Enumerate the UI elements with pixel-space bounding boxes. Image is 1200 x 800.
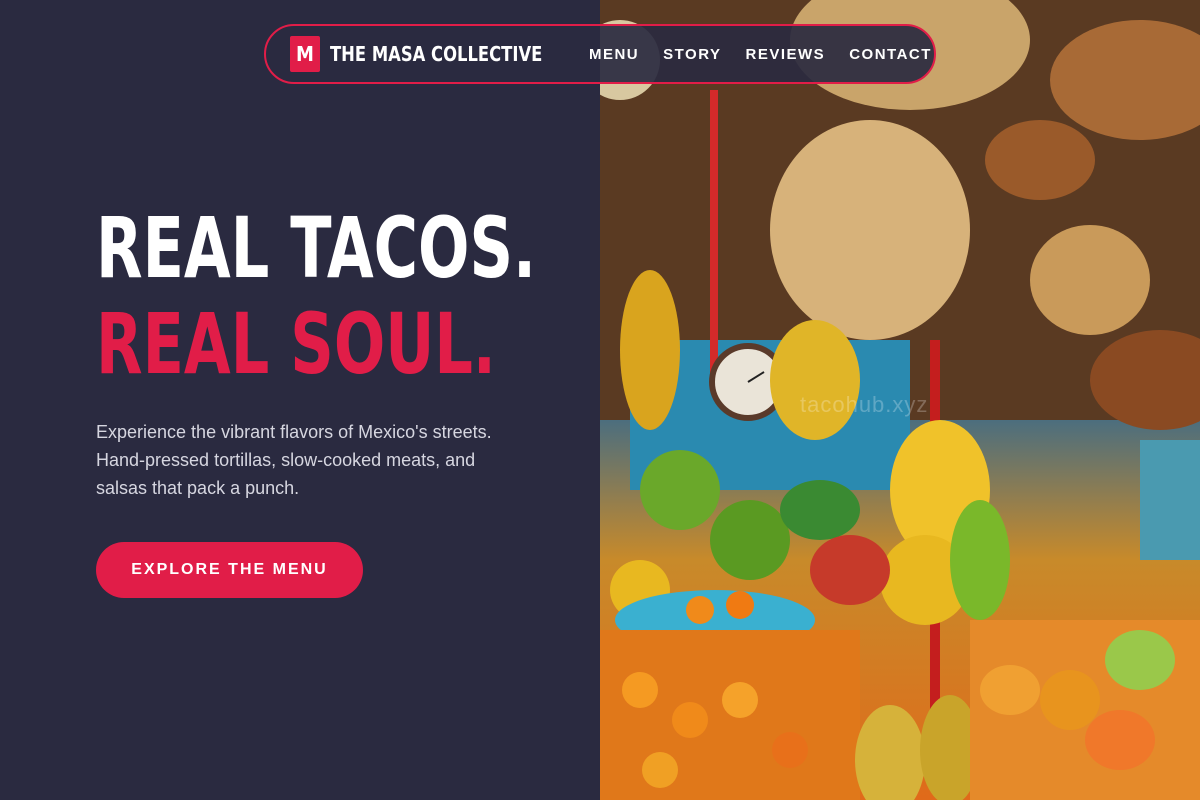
hero-text-panel — [0, 0, 600, 800]
nav-link-menu[interactable]: MENU — [589, 46, 639, 63]
hero-title-line-1: REAL TACOS. — [96, 199, 536, 297]
nav-links: MENU STORY REVIEWS CONTACT — [589, 46, 932, 63]
hero-title: REAL TACOS. REAL SOUL. — [96, 200, 536, 392]
hero-title-line-2: REAL SOUL. — [96, 295, 496, 393]
image-watermark: tacohub.xyz — [800, 392, 929, 417]
hero-description: Experience the vibrant flavors of Mexico… — [96, 422, 492, 498]
hero-market-photo: tacohub.xyz — [600, 0, 1200, 800]
nav-link-contact[interactable]: CONTACT — [849, 46, 932, 63]
brand-logo-link[interactable]: M THE MASA COLLECTIVE — [290, 36, 589, 72]
nav-link-reviews[interactable]: REVIEWS — [746, 46, 826, 63]
brand-name: THE MASA COLLECTIVE — [330, 42, 543, 66]
brand-mark-icon: M — [290, 36, 320, 72]
explore-menu-button[interactable]: EXPLORE THE MENU — [96, 542, 363, 598]
top-navbar: M THE MASA COLLECTIVE MENU STORY REVIEWS… — [264, 24, 936, 84]
nav-link-story[interactable]: STORY — [663, 46, 721, 63]
